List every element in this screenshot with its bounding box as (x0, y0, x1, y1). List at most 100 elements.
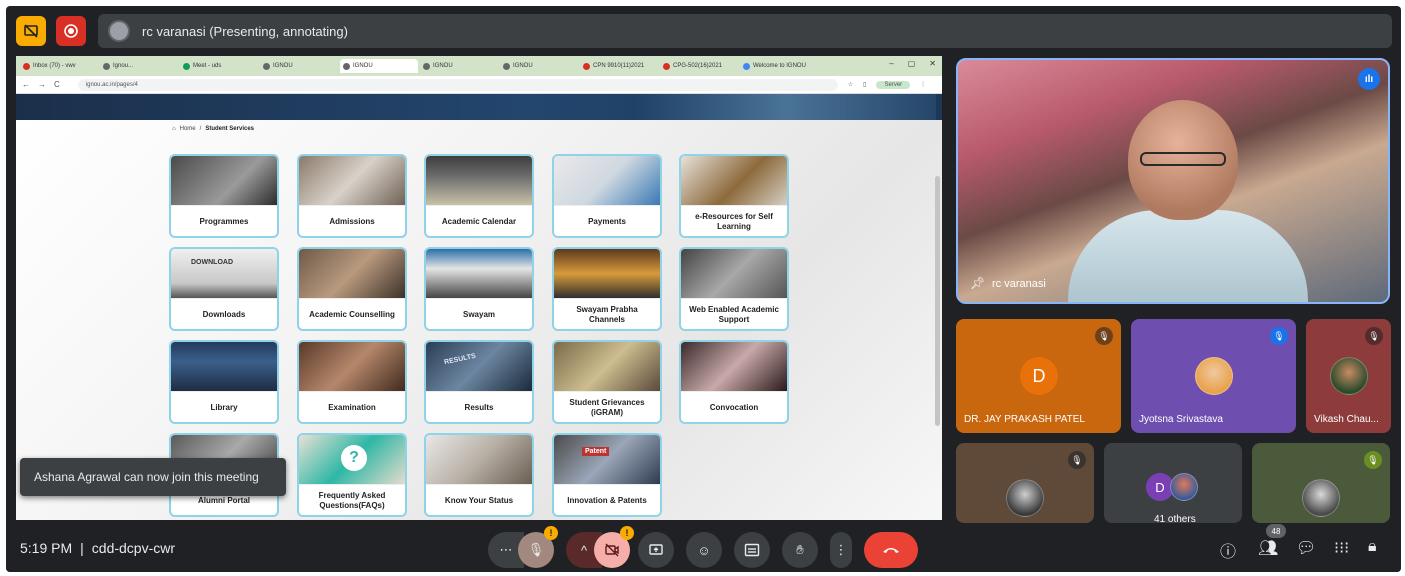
meet-window: rc varanasi (Presenting, annotating) Inb… (6, 6, 1401, 572)
speaking-indicator-icon: ılı (1358, 68, 1380, 90)
speaker-video (1068, 90, 1308, 302)
close-icon[interactable]: ✕ (929, 59, 936, 68)
recording-button[interactable] (56, 16, 86, 46)
card-image (426, 249, 532, 299)
profile-button[interactable]: Server (876, 80, 911, 89)
avatar (1170, 473, 1198, 501)
card-image (554, 156, 660, 206)
download-thumb-text: DOWNLOAD (191, 259, 233, 266)
browser-tab[interactable]: CPG-502(16)2021 (660, 59, 738, 73)
globe-icon (103, 62, 110, 70)
browser-tab[interactable]: Welcome to IGNOU (740, 59, 818, 73)
avatar (1302, 479, 1340, 517)
address-bar: ←→C ignou.ac.in/pages/4 ☆ ▯ Server ⋮ (16, 76, 942, 94)
sidepanel-icon[interactable]: ▯ (863, 81, 866, 88)
pdf-icon (583, 62, 590, 70)
camera-off-icon (605, 543, 619, 557)
host-controls-icon[interactable]: 🔒︎ (1368, 538, 1377, 556)
meeting-details-icon[interactable]: ⓘ (1220, 538, 1236, 562)
browser-tab[interactable]: CPN 9910(11)2021 (580, 59, 658, 73)
activities-icon[interactable]: ⁝⁝⁝ (1334, 538, 1349, 558)
card-image (426, 435, 532, 485)
card-innovation-patents[interactable]: Patent Innovation & Patents (552, 433, 662, 517)
card-web-enabled-support[interactable]: Web Enabled Academic Support (679, 247, 789, 331)
nav-arrows-icon[interactable]: ←→C (22, 80, 68, 89)
card-image: DOWNLOAD (171, 249, 277, 299)
card-image (681, 342, 787, 392)
people-icon[interactable]: 👥︎ (1258, 538, 1278, 558)
leave-call-button[interactable] (864, 532, 918, 568)
browser-tab[interactable]: IGNOU (260, 59, 338, 73)
chat-icon[interactable]: 💬︎ (1296, 538, 1316, 558)
card-downloads[interactable]: DOWNLOAD Downloads (169, 247, 279, 331)
browser-tab[interactable]: Meet - uds (180, 59, 258, 73)
participant-tile[interactable]: 🎙︎ (1252, 443, 1390, 523)
others-tile[interactable]: D 41 others (1104, 443, 1242, 523)
speaker-shirt (1068, 210, 1308, 302)
record-icon (64, 24, 78, 38)
emoji-icon: ☺ (697, 542, 711, 558)
reactions-button[interactable]: ☺ (686, 532, 722, 568)
raise-hand-button[interactable]: ✋︎ (782, 532, 818, 568)
maximize-icon[interactable]: ▢ (908, 59, 916, 68)
main-tile-name: rc varanasi (992, 278, 1046, 290)
camera-button[interactable]: ! (594, 526, 634, 568)
card-programmes[interactable]: Programmes (169, 154, 279, 238)
mic-off-icon: 🎙︎ (1068, 451, 1086, 469)
home-icon[interactable]: ⌂ (172, 126, 176, 132)
card-academic-calendar[interactable]: Academic Calendar (424, 154, 534, 238)
mic-off-icon: 🎙︎ (1364, 451, 1382, 469)
presenter-text: rc varanasi (Presenting, annotating) (142, 23, 348, 39)
bottom-control-bar: 5:19 PM | cdd-dcpv-cwr ⋯ 🎙︎ ! ^ ! ☺ ✋︎ ⋮… (6, 524, 1401, 572)
card-swayam[interactable]: Swayam (424, 247, 534, 331)
card-image (171, 156, 277, 206)
card-academic-counselling[interactable]: Academic Counselling (297, 247, 407, 331)
page-scrollbar[interactable] (935, 176, 940, 426)
browser-tab[interactable]: IGNOU (420, 59, 498, 73)
card-image (554, 249, 660, 299)
card-e-resources[interactable]: e-Resources for Self Learning (679, 154, 789, 238)
minimize-icon[interactable]: – (889, 59, 893, 68)
present-button[interactable] (638, 532, 674, 568)
card-results[interactable]: RESULTS Results (424, 340, 534, 424)
card-library[interactable]: Library (169, 340, 279, 424)
globe-icon (343, 62, 350, 70)
more-horiz-icon: ⋯ (499, 542, 513, 557)
participant-tile[interactable]: 🎙︎ Jyotsna Srivastava (1131, 319, 1296, 433)
participant-tile[interactable]: 🎙︎ D DR. JAY PRAKASH PATEL (956, 319, 1121, 433)
browser-tab[interactable]: Inbox (70) - vwv (20, 59, 98, 73)
browser-tabstrip: Inbox (70) - vwv Ignou... Meet - uds IGN… (16, 56, 942, 76)
avatar: D (1020, 357, 1058, 395)
card-convocation[interactable]: Convocation (679, 340, 789, 424)
star-icon[interactable]: ☆ (848, 81, 853, 88)
card-student-grievances[interactable]: Student Grievances (iGRAM) (552, 340, 662, 424)
participant-tile[interactable]: 🎙︎ (956, 443, 1094, 523)
stop-presenting-button[interactable] (16, 16, 46, 46)
globe-icon (263, 62, 270, 70)
browser-tab[interactable]: IGNOU (500, 59, 578, 73)
browser-tab[interactable]: Ignou... (100, 59, 178, 73)
breadcrumb-home[interactable]: Home (180, 126, 196, 132)
browser-tab-active[interactable]: IGNOU (340, 59, 418, 73)
warning-icon: ! (620, 526, 634, 540)
card-admissions[interactable]: Admissions (297, 154, 407, 238)
mic-button[interactable]: 🎙︎ ! (518, 526, 558, 568)
card-image: RESULTS (426, 342, 532, 392)
card-know-your-status[interactable]: Know Your Status (424, 433, 534, 517)
main-speaker-tile[interactable]: ılı 📌︎ rc varanasi (956, 58, 1390, 304)
participant-tile[interactable]: 🎙︎ Vikash Chau... (1306, 319, 1391, 433)
warning-icon: ! (544, 526, 558, 540)
menu-icon[interactable]: ⋮ (920, 81, 926, 88)
pin-icon[interactable]: 📌︎ (970, 276, 985, 290)
globe-icon (503, 62, 510, 70)
end-call-icon (883, 548, 899, 553)
card-swayam-prabha[interactable]: Swayam Prabha Channels (552, 247, 662, 331)
captions-button[interactable] (734, 532, 770, 568)
card-payments[interactable]: Payments (552, 154, 662, 238)
separator: | (80, 540, 84, 556)
card-faqs[interactable]: ? Frequently Asked Questions(FAQs) (297, 433, 407, 517)
more-options-button[interactable]: ⋮ (830, 532, 852, 568)
card-examination[interactable]: Examination (297, 340, 407, 424)
hand-icon: ✋︎ (796, 542, 804, 557)
url-field[interactable]: ignou.ac.in/pages/4 (77, 78, 838, 91)
